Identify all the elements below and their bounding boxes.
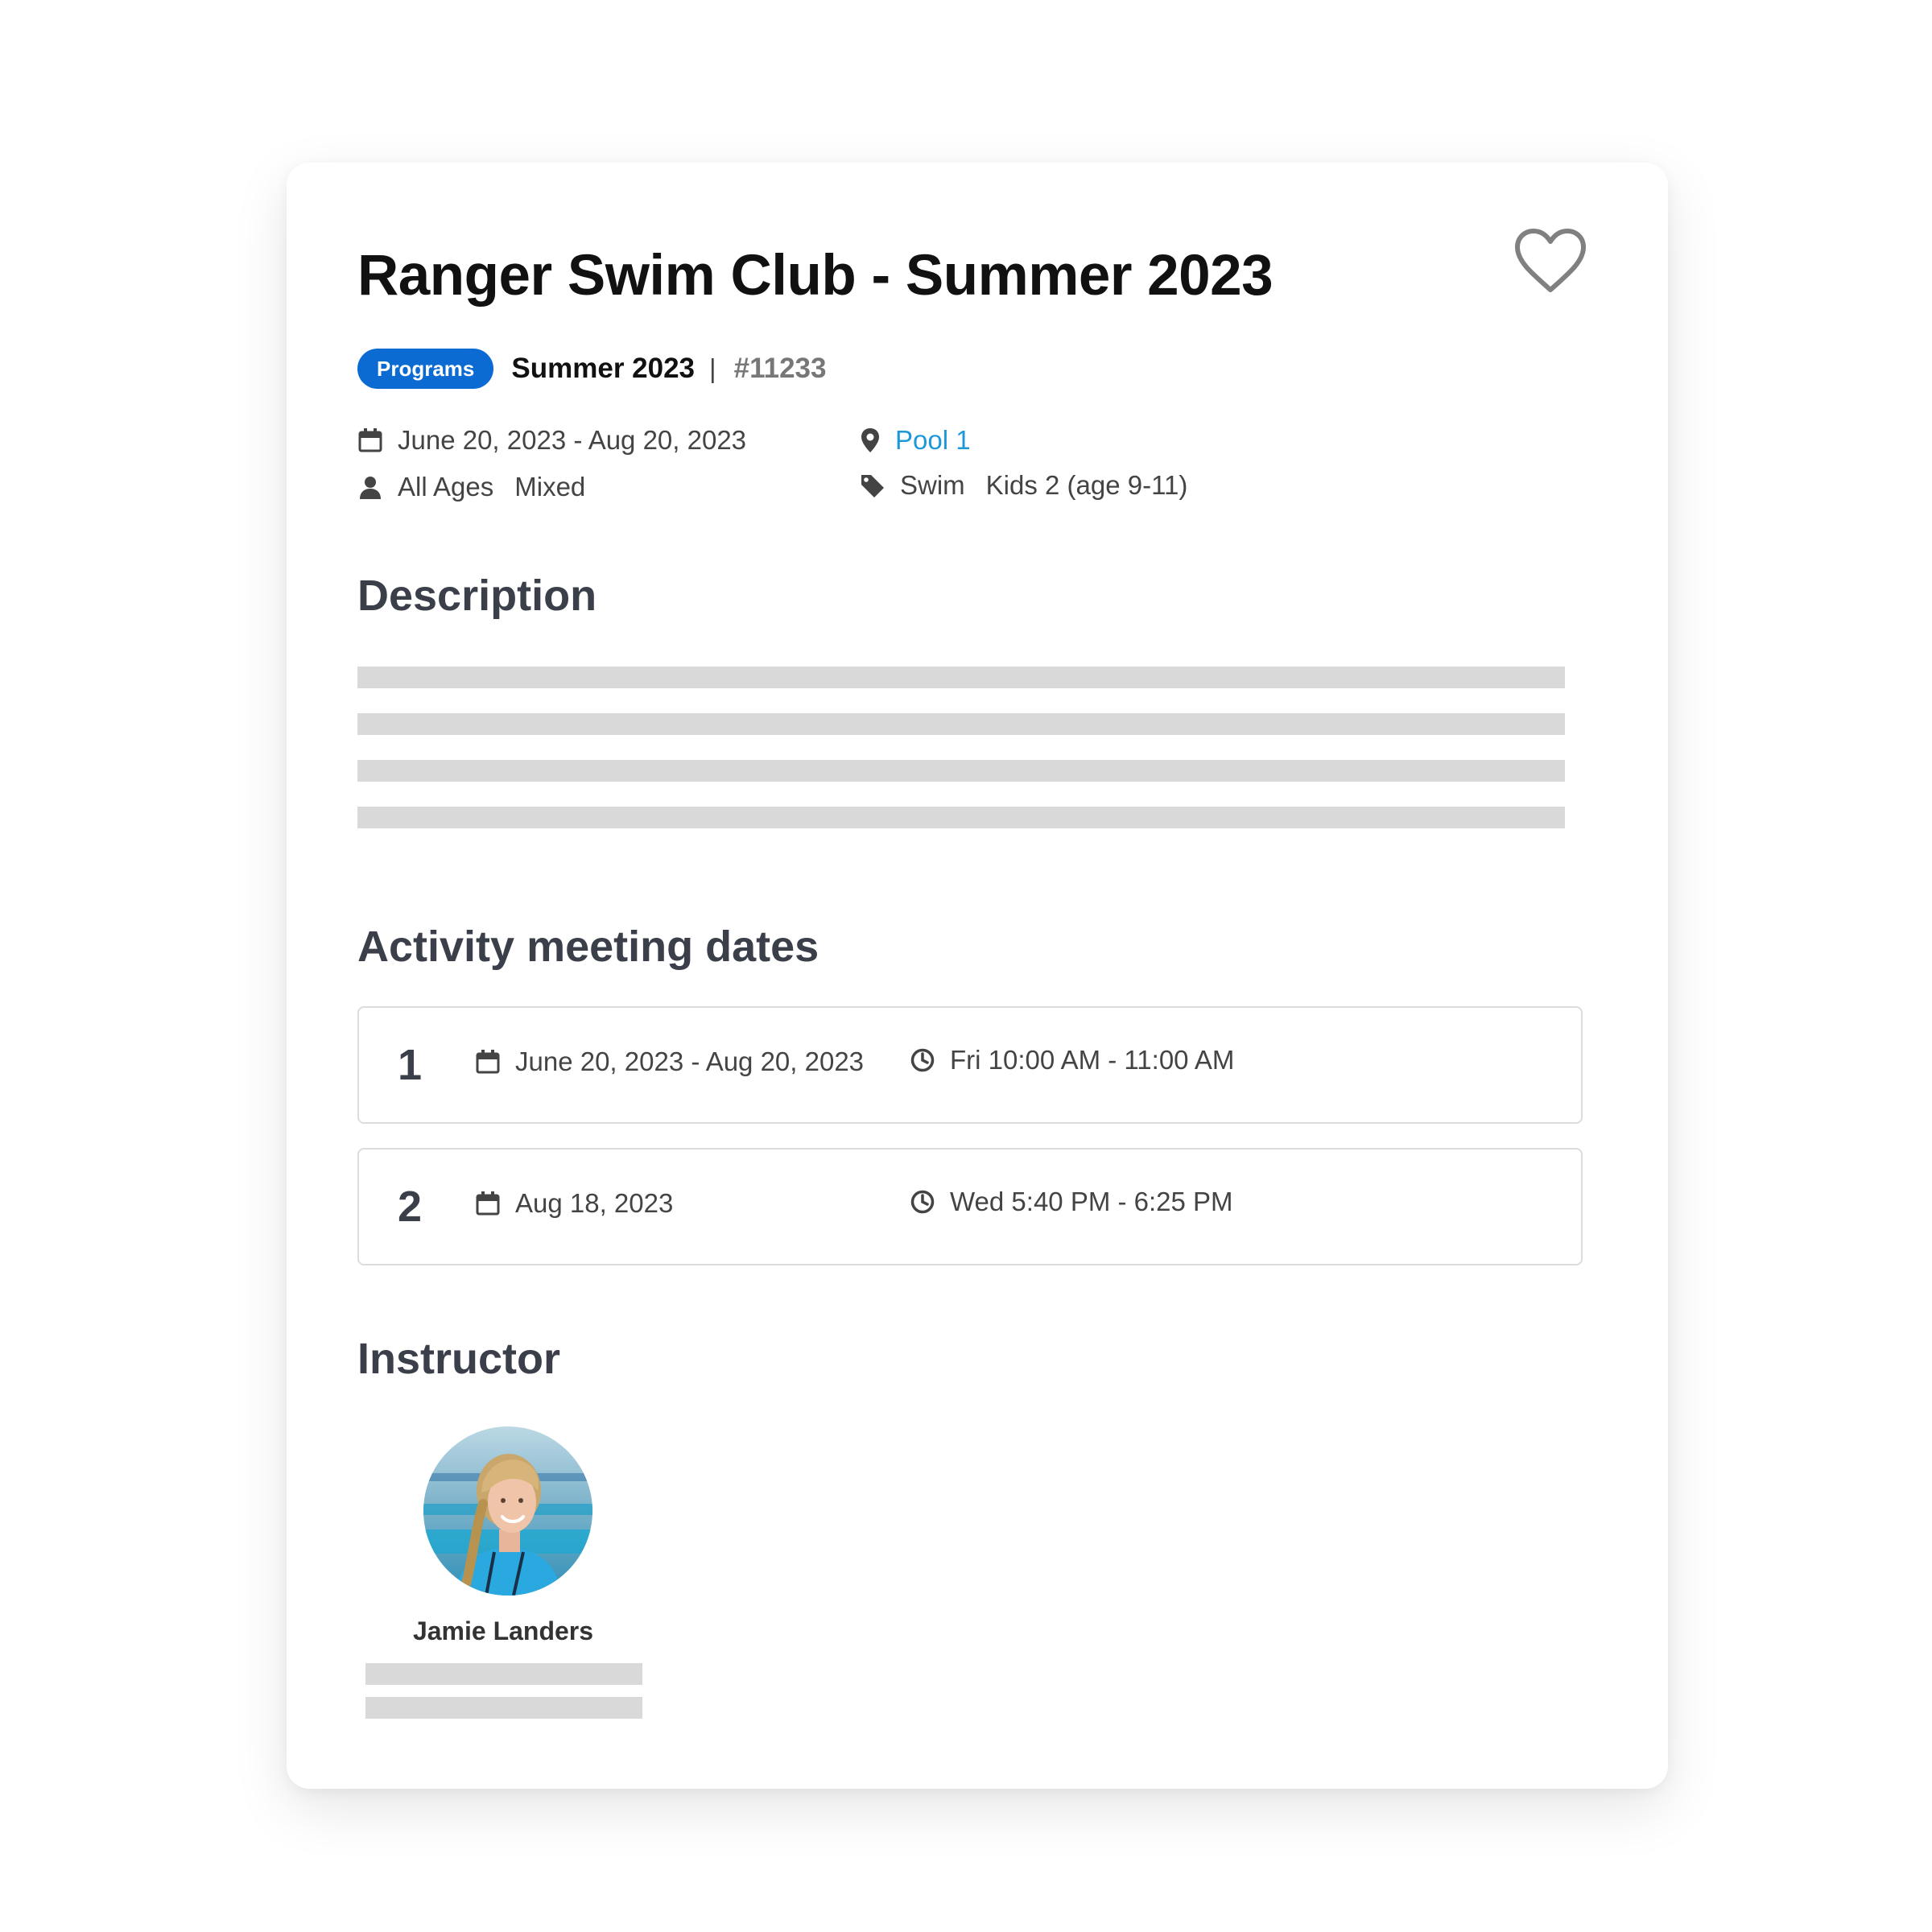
meeting-dates-heading: Activity meeting dates	[357, 923, 819, 971]
calendar-icon	[358, 428, 382, 452]
category-badge[interactable]: Programs	[357, 349, 494, 389]
description-placeholder-line	[357, 713, 1565, 735]
instructor-avatar[interactable]	[423, 1426, 592, 1596]
location-link[interactable]: Pool 1	[895, 425, 971, 456]
row-dates-text: June 20, 2023 - Aug 20, 2023	[515, 1046, 865, 1076]
row-time-text: Wed 5:40 PM - 6:25 PM	[950, 1187, 1233, 1216]
user-icon	[360, 477, 381, 499]
gender-text: Mixed	[514, 472, 586, 502]
tag-icon	[861, 475, 884, 497]
calendar-icon	[476, 1050, 500, 1074]
row-number: 2	[398, 1183, 423, 1231]
location-info: Pool 1	[860, 422, 971, 459]
row-time: Fri 10:00 AM - 11:00 AM	[910, 1042, 1234, 1079]
description-placeholder-line	[357, 760, 1565, 782]
date-range-info: June 20, 2023 - Aug 20, 2023	[357, 422, 746, 459]
description-heading: Description	[357, 572, 597, 620]
row-dates-text: Aug 18, 2023	[515, 1188, 674, 1218]
meta-row: Programs Summer 2023 | #11233	[357, 348, 826, 390]
calendar-icon	[476, 1191, 500, 1216]
page-title: Ranger Swim Club - Summer 2023	[357, 244, 1274, 308]
row-dates: Aug 18, 2023	[475, 1185, 673, 1222]
favorite-button[interactable]	[1513, 227, 1588, 295]
meta-separator: |	[709, 353, 716, 383]
activity-number: #11233	[733, 353, 827, 384]
instructor-heading: Instructor	[357, 1335, 561, 1383]
level-tag: Kids 2 (age 9-11)	[985, 470, 1188, 500]
map-pin-icon	[861, 428, 879, 452]
tags-info: Swim Kids 2 (age 9-11)	[860, 467, 1187, 504]
clock-icon	[910, 1190, 935, 1214]
season-label: Summer 2023	[511, 353, 696, 384]
instructor-photo	[423, 1426, 592, 1596]
meeting-date-row: 2 Aug 18, 2023 Wed 5:40 PM - 6:25 PM	[357, 1148, 1583, 1265]
ages-info: All Ages Mixed	[357, 469, 585, 506]
heart-icon	[1515, 229, 1586, 292]
ages-text: All Ages	[398, 472, 494, 502]
description-placeholder-line	[357, 807, 1565, 828]
instructor-bio-placeholder-line	[365, 1663, 642, 1685]
instructor-name[interactable]: Jamie Landers	[364, 1616, 642, 1646]
description-placeholder-line	[357, 667, 1565, 688]
instructor-bio-placeholder-line	[365, 1697, 642, 1719]
date-range-text: June 20, 2023 - Aug 20, 2023	[398, 425, 747, 455]
row-time-text: Fri 10:00 AM - 11:00 AM	[950, 1045, 1235, 1075]
meeting-date-row: 1 June 20, 2023 - Aug 20, 2023 Fri 10:00…	[357, 1006, 1583, 1124]
row-dates: June 20, 2023 - Aug 20, 2023	[475, 1043, 864, 1080]
category-tag: Swim	[900, 470, 965, 500]
row-time: Wed 5:40 PM - 6:25 PM	[910, 1183, 1233, 1220]
row-number: 1	[398, 1041, 423, 1089]
activity-card: Ranger Swim Club - Summer 2023 Programs …	[287, 163, 1668, 1789]
clock-icon	[910, 1048, 935, 1072]
